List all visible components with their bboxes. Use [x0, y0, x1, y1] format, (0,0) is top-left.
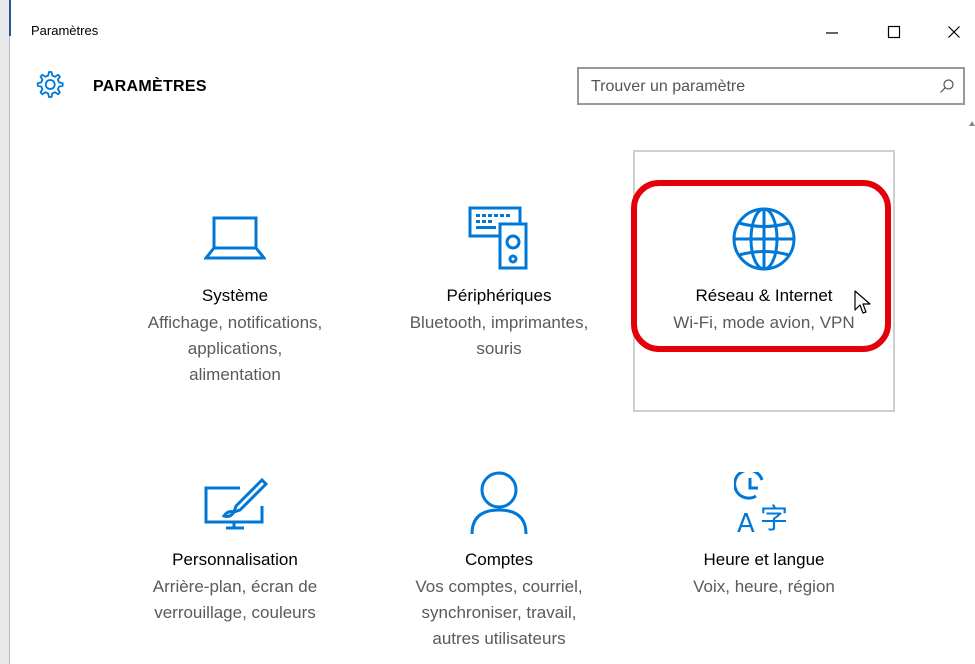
search-box[interactable] — [577, 67, 965, 105]
tile-reseau-internet[interactable]: Réseau & Internet Wi-Fi, mode avion, VPN — [633, 150, 895, 412]
tile-title: Périphériques — [446, 286, 552, 305]
tile-personnalisation[interactable]: Personnalisation Arrière-plan, écran de … — [104, 414, 366, 664]
clock-language-icon: A 字 — [734, 472, 788, 536]
search-icon[interactable] — [939, 78, 955, 94]
tile-description: Arrière-plan, écran de verrouillage, cou… — [152, 577, 318, 622]
settings-header: PARAMÈTRES — [10, 60, 975, 114]
close-button[interactable] — [932, 8, 975, 56]
tile-comptes[interactable]: Comptes Vos comptes, courriel, synchroni… — [368, 414, 630, 664]
tile-description: Voix, heure, région — [693, 577, 835, 596]
svg-text:字: 字 — [760, 502, 788, 535]
tile-title: Système — [201, 286, 269, 305]
tile-heure-langue[interactable]: A 字 Heure et langue Voix, heure, région — [633, 414, 895, 664]
window-title: Paramètres — [31, 23, 99, 38]
svg-text:A: A — [737, 509, 755, 536]
scroll-up-arrow-icon[interactable] — [969, 115, 975, 135]
tile-title: Comptes — [464, 550, 534, 569]
paint-display-icon — [204, 477, 269, 530]
page-title: PARAMÈTRES — [93, 78, 207, 95]
settings-window: Paramètres PARAMÈTRES Trouver un paramèt… — [0, 0, 975, 664]
person-icon — [470, 471, 528, 535]
maximize-button[interactable] — [872, 8, 916, 56]
tile-description: Wi-Fi, mode avion, VPN — [673, 313, 855, 332]
search-input[interactable] — [591, 76, 921, 98]
title-bar[interactable]: Paramètres — [10, 0, 975, 58]
tile-description: Bluetooth, imprimantes, souris — [409, 313, 589, 358]
gear-icon[interactable] — [32, 68, 66, 102]
minimize-button[interactable] — [810, 8, 854, 56]
close-icon — [948, 26, 960, 38]
window-left-edge — [0, 0, 11, 664]
minimize-icon — [826, 32, 838, 34]
laptop-icon — [204, 216, 266, 260]
tile-peripheriques[interactable]: Périphériques Bluetooth, imprimantes, so… — [368, 150, 630, 412]
tile-title: Heure et langue — [703, 550, 825, 569]
keyboard-speaker-icon — [468, 206, 528, 270]
tile-title: Réseau & Internet — [695, 286, 833, 305]
globe-icon — [732, 207, 796, 271]
maximize-icon — [887, 25, 901, 39]
tile-title: Personnalisation — [172, 550, 298, 569]
tile-systeme[interactable]: Système Affichage, notifications, applic… — [104, 150, 366, 412]
tile-description: Vos comptes, courriel, synchroniser, tra… — [415, 577, 583, 648]
tile-description: Affichage, notifications, applications, … — [147, 313, 323, 384]
